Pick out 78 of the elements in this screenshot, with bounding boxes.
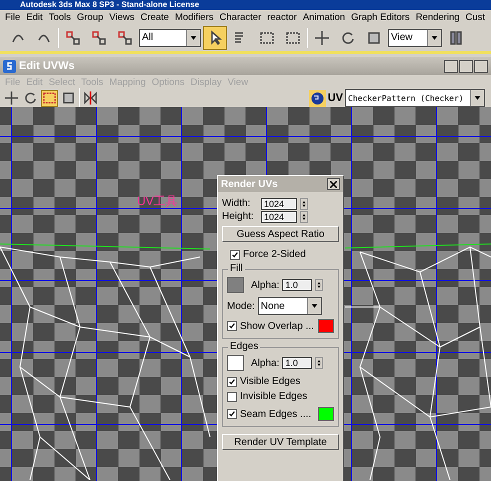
checkbox-label: Visible Edges <box>240 376 300 387</box>
color-swatch[interactable] <box>318 319 334 333</box>
pivot-icon <box>448 30 464 46</box>
spinner-icon[interactable] <box>300 198 308 210</box>
toolbar-button[interactable] <box>3 90 20 106</box>
checkbox-label: Invisible Edges <box>240 391 308 402</box>
height-field[interactable]: 1024 <box>261 210 297 222</box>
menu-item[interactable]: Tools <box>46 12 74 22</box>
linked-squares-icon <box>91 30 107 46</box>
checkbox[interactable] <box>227 376 237 386</box>
field-label: Alpha: <box>251 280 280 290</box>
mirror-icon <box>83 90 98 106</box>
menu-item[interactable]: Modifiers <box>172 12 217 22</box>
texture-dropdown[interactable]: CheckerPattern (Checker) <box>345 89 485 107</box>
checkbox[interactable] <box>227 409 237 419</box>
toolbar-button[interactable] <box>203 26 227 50</box>
checkbox[interactable] <box>230 250 240 260</box>
field-label: Width: <box>222 198 252 209</box>
menu-item[interactable]: Rendering <box>412 12 463 22</box>
toolbar-button[interactable] <box>82 90 99 106</box>
rotate-icon <box>340 30 356 46</box>
field-label: Alpha: <box>251 358 280 368</box>
width-field[interactable]: 1024 <box>261 198 297 210</box>
maximize-button[interactable] <box>459 60 473 72</box>
move-arrows-icon <box>4 90 19 106</box>
menu-item[interactable]: Group <box>74 12 106 22</box>
linked-squares-icon <box>117 30 133 46</box>
dialog-title: Render UVs <box>221 178 278 190</box>
rotate-icon <box>23 90 38 106</box>
field-label: Mode: <box>227 300 255 312</box>
menu-item[interactable]: Create <box>137 12 172 22</box>
close-icon <box>330 180 337 188</box>
group-title: Fill <box>228 263 245 274</box>
dashed-rectangle-icon <box>42 90 57 106</box>
coordinate-dropdown[interactable]: View <box>388 28 442 46</box>
menu-item[interactable]: Animation <box>300 12 348 22</box>
color-swatch[interactable] <box>227 277 244 293</box>
menu-item[interactable]: Graph Editors <box>348 12 413 22</box>
alpha-field[interactable]: 1.0 <box>282 279 312 291</box>
color-swatch[interactable] <box>227 355 244 371</box>
checkbox-label: Show Overlap ... <box>240 320 314 332</box>
square-icon <box>61 90 76 106</box>
toolbar-button[interactable] <box>22 90 39 106</box>
selection-filter-dropdown[interactable]: All <box>139 28 201 46</box>
uv-label: UV <box>328 92 343 104</box>
spinner-icon[interactable] <box>315 357 324 369</box>
menu-item[interactable]: Edit <box>23 12 46 22</box>
annotation-text: UV工具 <box>137 193 178 210</box>
guess-aspect-ratio-button[interactable]: Guess Aspect Ratio <box>222 226 339 242</box>
linked-squares-icon <box>65 30 81 46</box>
spinner-icon[interactable] <box>315 279 324 291</box>
spinner-icon[interactable] <box>300 210 308 222</box>
app-title: Autodesk 3ds Max 8 SP3 - Stand-alone License <box>0 0 491 10</box>
checkbox-label: Force 2-Sided <box>243 249 306 260</box>
alpha-field[interactable]: 1.0 <box>282 357 312 369</box>
dashed-rectangle-icon <box>259 30 275 46</box>
menu-item[interactable]: Character <box>216 12 264 22</box>
menu-item[interactable]: File <box>2 12 24 22</box>
menu-item[interactable]: reactor <box>264 12 300 22</box>
mode-dropdown[interactable]: None <box>258 297 322 315</box>
close-button[interactable] <box>327 178 340 190</box>
window-title: Edit UVWs <box>19 60 75 72</box>
checkbox-label: Seam Edges .... <box>240 408 312 420</box>
checkbox[interactable] <box>227 321 237 331</box>
minimize-button[interactable] <box>444 60 458 72</box>
toolbar-button[interactable] <box>60 90 77 106</box>
menu-item[interactable]: Cust <box>462 12 488 22</box>
color-swatch[interactable] <box>318 407 334 421</box>
checkbox[interactable] <box>227 392 237 402</box>
move-arrows-icon <box>314 30 330 46</box>
group-title: Edges <box>228 341 260 352</box>
field-label: Height: <box>222 211 255 222</box>
app-logo-icon <box>3 60 16 72</box>
dashed-rectangle-icon <box>285 30 301 46</box>
menu-item[interactable]: Views <box>106 12 138 22</box>
square-icon <box>366 30 382 46</box>
render-uv-template-button[interactable]: Render UV Template <box>222 434 339 450</box>
toolbar-button[interactable] <box>41 90 58 106</box>
